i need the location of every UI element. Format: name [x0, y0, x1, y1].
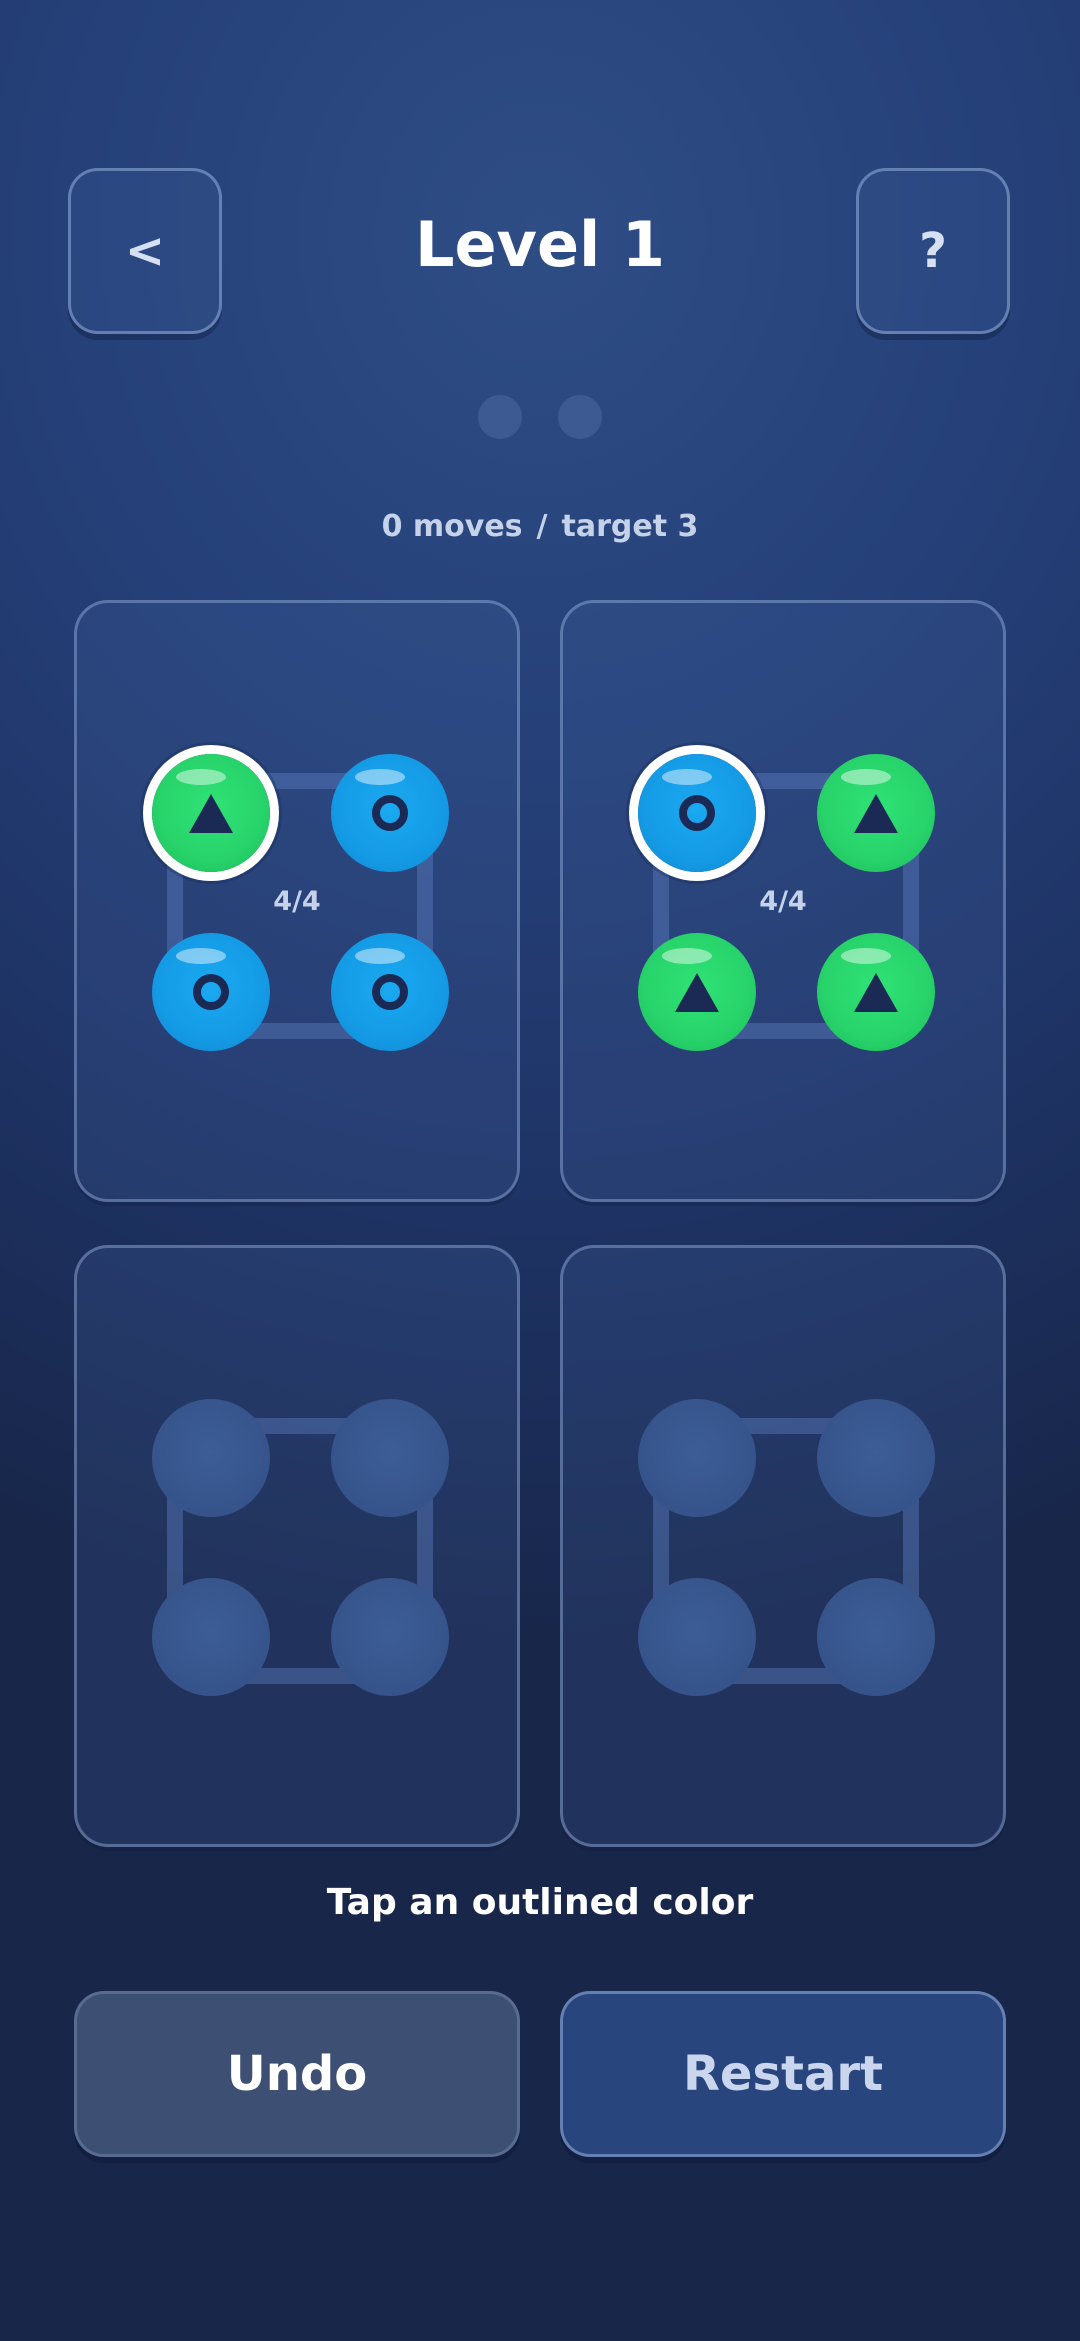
triangle-icon [854, 794, 898, 833]
progress-dot [478, 395, 522, 439]
tube-3[interactable] [74, 1245, 520, 1847]
tube-1[interactable]: 4/4 [74, 600, 520, 1202]
triangle-icon [854, 973, 898, 1012]
moves-target: target 3 [561, 509, 699, 544]
restart-button-label: Restart [682, 2046, 884, 2102]
empty-slot[interactable] [638, 1578, 756, 1696]
ring-icon [372, 974, 408, 1010]
triangle-icon [189, 794, 233, 833]
level-progress-dots [0, 395, 1080, 439]
moves-count: 0 moves [381, 509, 523, 544]
move-counter: 0 moves / target 3 [0, 509, 1080, 544]
empty-slot[interactable] [817, 1399, 935, 1517]
tube-count: 4/4 [273, 886, 321, 917]
restart-button[interactable]: Restart [560, 1991, 1006, 2157]
empty-slot[interactable] [331, 1399, 449, 1517]
tube-count: 4/4 [759, 886, 807, 917]
tube-4[interactable] [560, 1245, 1006, 1847]
tube-2[interactable]: 4/4 [560, 600, 1006, 1202]
empty-slot[interactable] [638, 1399, 756, 1517]
triangle-icon [675, 973, 719, 1012]
green-ball[interactable] [817, 933, 935, 1051]
help-button[interactable]: ? [856, 168, 1010, 334]
moves-separator: / [536, 509, 548, 544]
ring-icon [372, 795, 408, 831]
progress-dot [558, 395, 602, 439]
empty-slot[interactable] [152, 1578, 270, 1696]
green-ball[interactable] [817, 754, 935, 872]
hint-text: Tap an outlined color [326, 1882, 754, 1923]
undo-button[interactable]: Undo [74, 1991, 520, 2157]
green-ball[interactable] [638, 933, 756, 1051]
empty-slot[interactable] [331, 1578, 449, 1696]
help-button-label: ? [919, 223, 947, 279]
ring-icon [679, 795, 715, 831]
empty-slot[interactable] [817, 1578, 935, 1696]
blue-ball[interactable] [331, 933, 449, 1051]
blue-ball[interactable] [331, 754, 449, 872]
undo-button-label: Undo [226, 2046, 368, 2102]
blue-ball[interactable] [638, 754, 756, 872]
empty-slot[interactable] [152, 1399, 270, 1517]
blue-ball[interactable] [152, 933, 270, 1051]
green-ball[interactable] [152, 754, 270, 872]
ring-icon [193, 974, 229, 1010]
